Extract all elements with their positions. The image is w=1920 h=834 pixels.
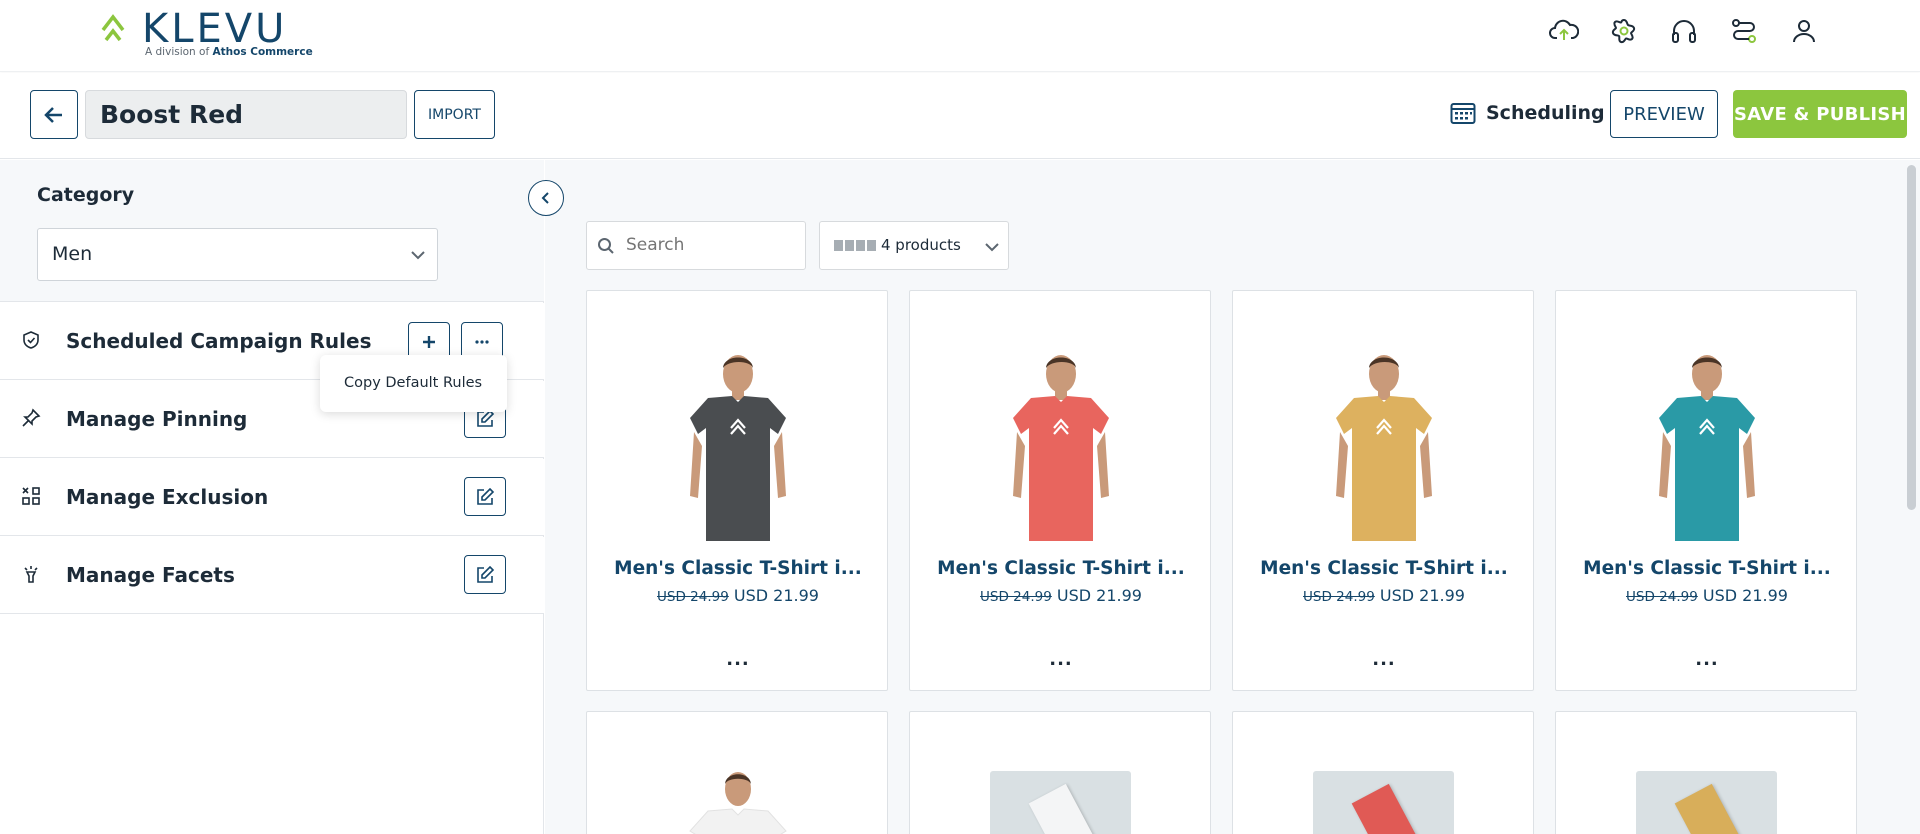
- user-icon[interactable]: [1787, 14, 1820, 47]
- product-count: 4 products: [881, 236, 961, 254]
- ellipsis-icon: [475, 339, 489, 344]
- grid-view-icon: [834, 240, 876, 251]
- product-card[interactable]: [1555, 711, 1857, 834]
- product-area: 4 products Men's Classic T-Shirt i... US…: [545, 160, 1920, 834]
- product-image: [1013, 355, 1109, 541]
- headset-icon[interactable]: [1667, 14, 1700, 47]
- chevron-down-icon: [411, 251, 425, 260]
- settings-flower-icon[interactable]: [1607, 14, 1640, 47]
- exclusion-icon: [20, 485, 42, 507]
- back-button[interactable]: [30, 90, 78, 139]
- product-card[interactable]: [586, 711, 888, 834]
- product-title[interactable]: Men's Classic T-Shirt i...: [1233, 558, 1535, 579]
- vertical-scrollbar[interactable]: [1907, 165, 1916, 510]
- product-price: USD 24.99 USD 21.99: [1556, 586, 1858, 605]
- product-image: [690, 355, 786, 541]
- product-price: USD 24.99 USD 21.99: [587, 586, 889, 605]
- top-bar: KLEVU A division of Athos Commerce: [0, 0, 1920, 72]
- facets-icon: [20, 563, 42, 585]
- edit-facets-button[interactable]: [464, 555, 506, 594]
- logo-subtitle: A division of Athos Commerce: [145, 46, 313, 58]
- cloud-upload-icon[interactable]: [1547, 14, 1580, 47]
- old-price: USD 24.99: [980, 589, 1052, 605]
- product-title[interactable]: Men's Classic T-Shirt i...: [587, 558, 889, 579]
- product-more-button[interactable]: ...: [910, 649, 1212, 670]
- shirt-shape: [1013, 396, 1109, 541]
- edit-icon: [477, 565, 495, 583]
- product-more-button[interactable]: ...: [1233, 649, 1535, 670]
- shirt-shape: [1659, 396, 1755, 541]
- rule-label: Manage Pinning: [66, 407, 248, 431]
- klevu-logo-mark-icon: [101, 14, 125, 42]
- save-publish-button[interactable]: SAVE & PUBLISH: [1733, 90, 1907, 138]
- integration-icon[interactable]: [1727, 14, 1760, 47]
- product-more-button[interactable]: ...: [1556, 649, 1858, 670]
- product-card[interactable]: Men's Classic T-Shirt i... USD 24.99 USD…: [1232, 290, 1534, 691]
- current-price: USD 21.99: [1056, 586, 1142, 605]
- category-section: Category Men: [0, 160, 544, 302]
- rules-panel: Category Men Scheduled Campaign Rules Ma…: [0, 160, 544, 834]
- klevu-logo[interactable]: KLEVU A division of Athos Commerce: [100, 6, 313, 62]
- import-button[interactable]: IMPORT: [414, 90, 495, 139]
- product-card[interactable]: [1232, 711, 1534, 834]
- category-value: Men: [52, 243, 93, 265]
- logo-subtitle-prefix: A division of: [145, 46, 210, 58]
- product-image: [1659, 355, 1755, 541]
- product-count-dropdown[interactable]: 4 products: [819, 221, 1009, 270]
- product-image: [1636, 771, 1777, 834]
- old-price: USD 24.99: [657, 589, 729, 605]
- scheduling-button[interactable]: Scheduling: [1450, 101, 1605, 125]
- product-image: [1336, 355, 1432, 541]
- rule-label: Manage Facets: [66, 563, 235, 587]
- collapse-panel-button[interactable]: [528, 180, 564, 216]
- rule-row-manage-exclusion[interactable]: Manage Exclusion: [0, 459, 544, 536]
- scheduling-label: Scheduling: [1486, 102, 1605, 124]
- current-price: USD 21.99: [733, 586, 819, 605]
- product-more-button[interactable]: ...: [587, 649, 889, 670]
- rule-label: Manage Exclusion: [66, 485, 269, 509]
- product-price: USD 24.99 USD 21.99: [1233, 586, 1535, 605]
- category-title: Category: [37, 184, 135, 206]
- calendar-icon: [1450, 103, 1476, 124]
- product-price: USD 24.99 USD 21.99: [910, 586, 1212, 605]
- product-card[interactable]: [909, 711, 1211, 834]
- search-icon: [598, 238, 614, 254]
- arrow-left-icon: [44, 106, 62, 123]
- plus-icon: [423, 335, 435, 348]
- product-image: [990, 771, 1131, 834]
- shield-check-icon: [20, 329, 42, 351]
- top-icon-bar: [1547, 14, 1820, 47]
- product-card[interactable]: Men's Classic T-Shirt i... USD 24.99 USD…: [909, 290, 1211, 691]
- edit-exclusion-button[interactable]: [464, 477, 506, 516]
- product-card[interactable]: Men's Classic T-Shirt i... USD 24.99 USD…: [1555, 290, 1857, 691]
- old-price: USD 24.99: [1626, 589, 1698, 605]
- product-image: [1313, 771, 1454, 834]
- chevron-down-icon: [985, 243, 999, 252]
- current-price: USD 21.99: [1379, 586, 1465, 605]
- product-title[interactable]: Men's Classic T-Shirt i...: [1556, 558, 1858, 579]
- shirt-shape: [1336, 396, 1432, 541]
- product-title[interactable]: Men's Classic T-Shirt i...: [910, 558, 1212, 579]
- current-price: USD 21.99: [1702, 586, 1788, 605]
- product-image: [689, 772, 787, 834]
- search-input[interactable]: [626, 222, 796, 269]
- category-select[interactable]: Men: [37, 228, 438, 281]
- campaign-header: Boost Red IMPORT Scheduling PREVIEW SAVE…: [0, 73, 1920, 159]
- pin-icon: [20, 407, 42, 429]
- rule-row-manage-facets[interactable]: Manage Facets: [0, 537, 544, 614]
- copy-default-rules-menu-item[interactable]: Copy Default Rules: [320, 355, 507, 412]
- product-card[interactable]: Men's Classic T-Shirt i... USD 24.99 USD…: [586, 290, 888, 691]
- logo-subtitle-company: Athos Commerce: [212, 46, 313, 58]
- search-box[interactable]: [586, 221, 806, 270]
- chevron-left-icon: [541, 192, 549, 204]
- old-price: USD 24.99: [1303, 589, 1375, 605]
- shirt-shape: [690, 396, 786, 541]
- edit-icon: [477, 487, 495, 505]
- campaign-name-field[interactable]: Boost Red: [85, 90, 407, 139]
- rule-label: Scheduled Campaign Rules: [66, 329, 372, 353]
- preview-button[interactable]: PREVIEW: [1610, 90, 1718, 138]
